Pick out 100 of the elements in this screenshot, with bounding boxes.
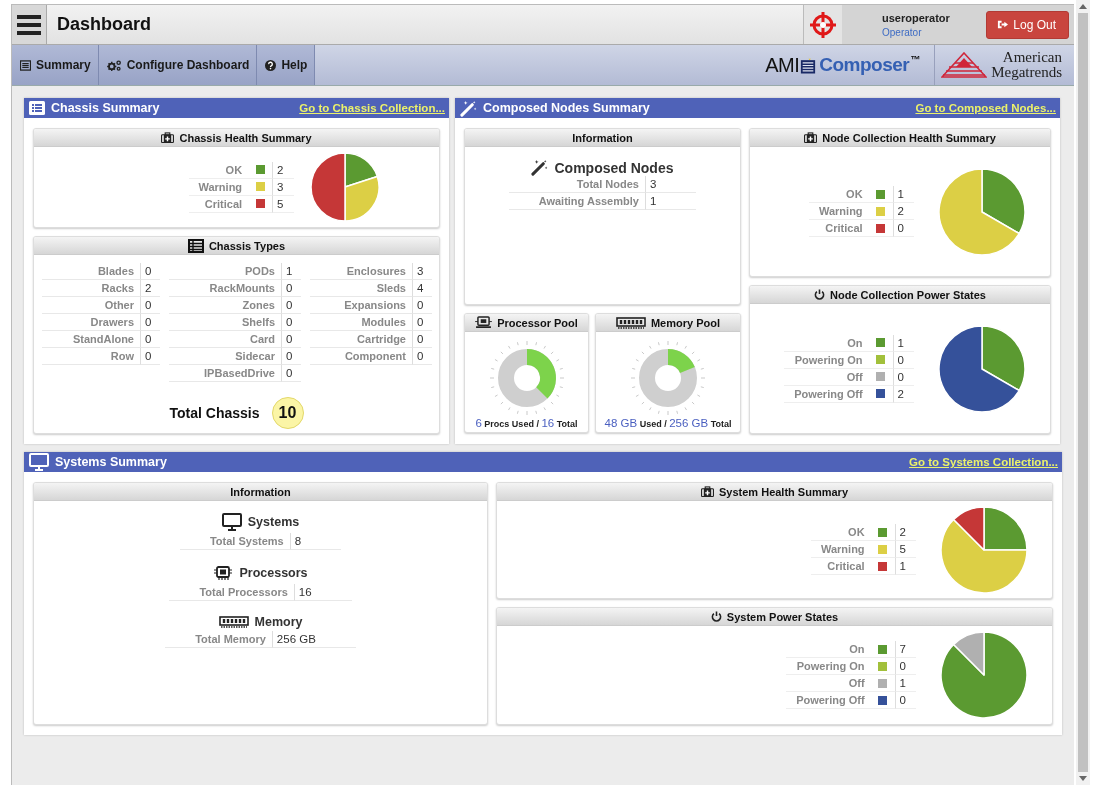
laptop-icon	[475, 316, 493, 329]
legend-label: Critical	[188, 195, 249, 213]
type-label: Component	[310, 348, 412, 365]
legend-label: Warning	[809, 203, 869, 220]
subpanel-title: Processor Pool	[497, 316, 578, 329]
legend-label: Off	[784, 368, 869, 386]
magic-wand-icon	[531, 159, 549, 176]
info-label: Total Memory	[165, 631, 272, 648]
subpanel-title: Information	[572, 131, 633, 144]
info-value: 16	[293, 584, 352, 601]
legend-value: 2	[272, 161, 294, 179]
page-title: Dashboard	[57, 14, 152, 35]
info-label: Total Nodes	[508, 176, 645, 193]
nav-tab[interactable]: Help	[257, 45, 316, 85]
triangle-logo-icon	[941, 52, 988, 78]
pool-usage: 48 GB Used / 256 GB Total	[604, 417, 732, 429]
info-label: Awaiting Assembly	[508, 193, 645, 210]
subpanel-title: System Health Summary	[719, 485, 848, 498]
legend-label: Powering Off	[786, 692, 871, 709]
type-label: Modules	[310, 314, 412, 331]
type-label: Racks	[42, 280, 140, 297]
legend-label: Warning	[811, 541, 871, 558]
legend-value: 0	[892, 220, 914, 237]
type-label: IPBasedDrive	[169, 365, 281, 382]
type-count: 3	[412, 263, 432, 280]
subpanel-title: Memory Pool	[650, 316, 721, 329]
table-icon	[187, 238, 204, 253]
type-label: Blades	[42, 263, 140, 280]
legend-label: Powering On	[784, 351, 869, 369]
legend-value: 2	[894, 524, 916, 541]
legend-value: 0	[894, 692, 916, 709]
type-count: 0	[281, 365, 301, 382]
type-count: 1	[281, 263, 301, 280]
total-label: Total Chassis	[169, 405, 260, 421]
type-count: 4	[412, 280, 432, 297]
type-count: 0	[281, 297, 301, 314]
company-name: Megatrends	[991, 65, 1062, 80]
total-count-badge: 10	[271, 397, 304, 429]
subpanel-title: Node Collection Health Summary	[822, 131, 996, 144]
subpanel-title: Chassis Health Summary	[179, 131, 312, 144]
subpanel-title: System Power States	[726, 610, 839, 623]
type-count: 0	[412, 348, 432, 365]
legend-label: Critical	[809, 220, 869, 237]
info-value: 256 GB	[271, 631, 356, 648]
gears-icon	[106, 59, 122, 71]
legend-label: Warning	[188, 178, 249, 196]
type-count: 0	[412, 331, 432, 348]
logout-icon	[997, 19, 1009, 30]
panel-title: Composed Nodes Summary	[483, 101, 651, 115]
menu-icon[interactable]	[17, 13, 41, 36]
collection-link[interactable]: Go to Chassis Collection...	[299, 102, 445, 114]
legend-label: OK	[811, 524, 871, 541]
legend-value: 2	[892, 203, 914, 220]
info-value: 1	[644, 193, 697, 210]
info-heading: Memory	[254, 615, 303, 629]
brand-name: Composer	[819, 54, 910, 76]
legend-label: Critical	[811, 558, 871, 575]
power-icon	[710, 611, 722, 622]
monitor-icon	[221, 513, 242, 531]
nav-tab[interactable]: Configure Dashboard	[98, 45, 258, 85]
type-count: 0	[412, 297, 432, 314]
type-count: 0	[140, 263, 160, 280]
type-label: PODs	[169, 263, 281, 280]
crosshair-icon[interactable]	[809, 10, 837, 39]
scrollbar[interactable]	[1076, 0, 1090, 785]
type-count: 0	[140, 331, 160, 348]
subpanel-title: Node Collection Power States	[830, 288, 986, 301]
type-count: 0	[140, 348, 160, 365]
type-label: Card	[169, 331, 281, 348]
type-label: Drawers	[42, 314, 140, 331]
type-label: StandAlone	[42, 331, 140, 348]
logout-button[interactable]: Log Out	[986, 10, 1069, 39]
type-label: Sleds	[310, 280, 412, 297]
type-count: 0	[281, 331, 301, 348]
legend-value: 1	[892, 186, 914, 203]
legend-label: Powering Off	[784, 385, 869, 403]
type-label: Expansions	[310, 297, 412, 314]
type-count: 0	[281, 280, 301, 297]
legend-label: On	[784, 334, 869, 352]
info-value: 3	[644, 176, 697, 193]
type-count: 0	[140, 314, 160, 331]
legend-value: 7	[894, 641, 916, 658]
chip-icon	[213, 564, 234, 582]
panel-title: Systems Summary	[55, 455, 168, 469]
memory-module-icon	[218, 616, 249, 628]
nav-tab[interactable]: Summary	[12, 45, 99, 85]
legend-value: 5	[272, 195, 294, 213]
company-name: American	[1002, 50, 1062, 65]
type-label: Zones	[169, 297, 281, 314]
collection-link[interactable]: Go to Systems Collection...	[909, 456, 1058, 468]
medkit-icon	[804, 132, 818, 143]
collection-link[interactable]: Go to Composed Nodes...	[915, 102, 1056, 114]
user-role-link[interactable]: Operator	[882, 26, 950, 38]
medkit-icon	[161, 132, 175, 143]
info-heading: Processors	[239, 566, 308, 580]
memory-module-icon	[615, 316, 646, 329]
power-icon	[814, 289, 826, 300]
list-icon	[29, 101, 45, 115]
legend-value: 1	[894, 558, 916, 575]
type-label: Enclosures	[310, 263, 412, 280]
